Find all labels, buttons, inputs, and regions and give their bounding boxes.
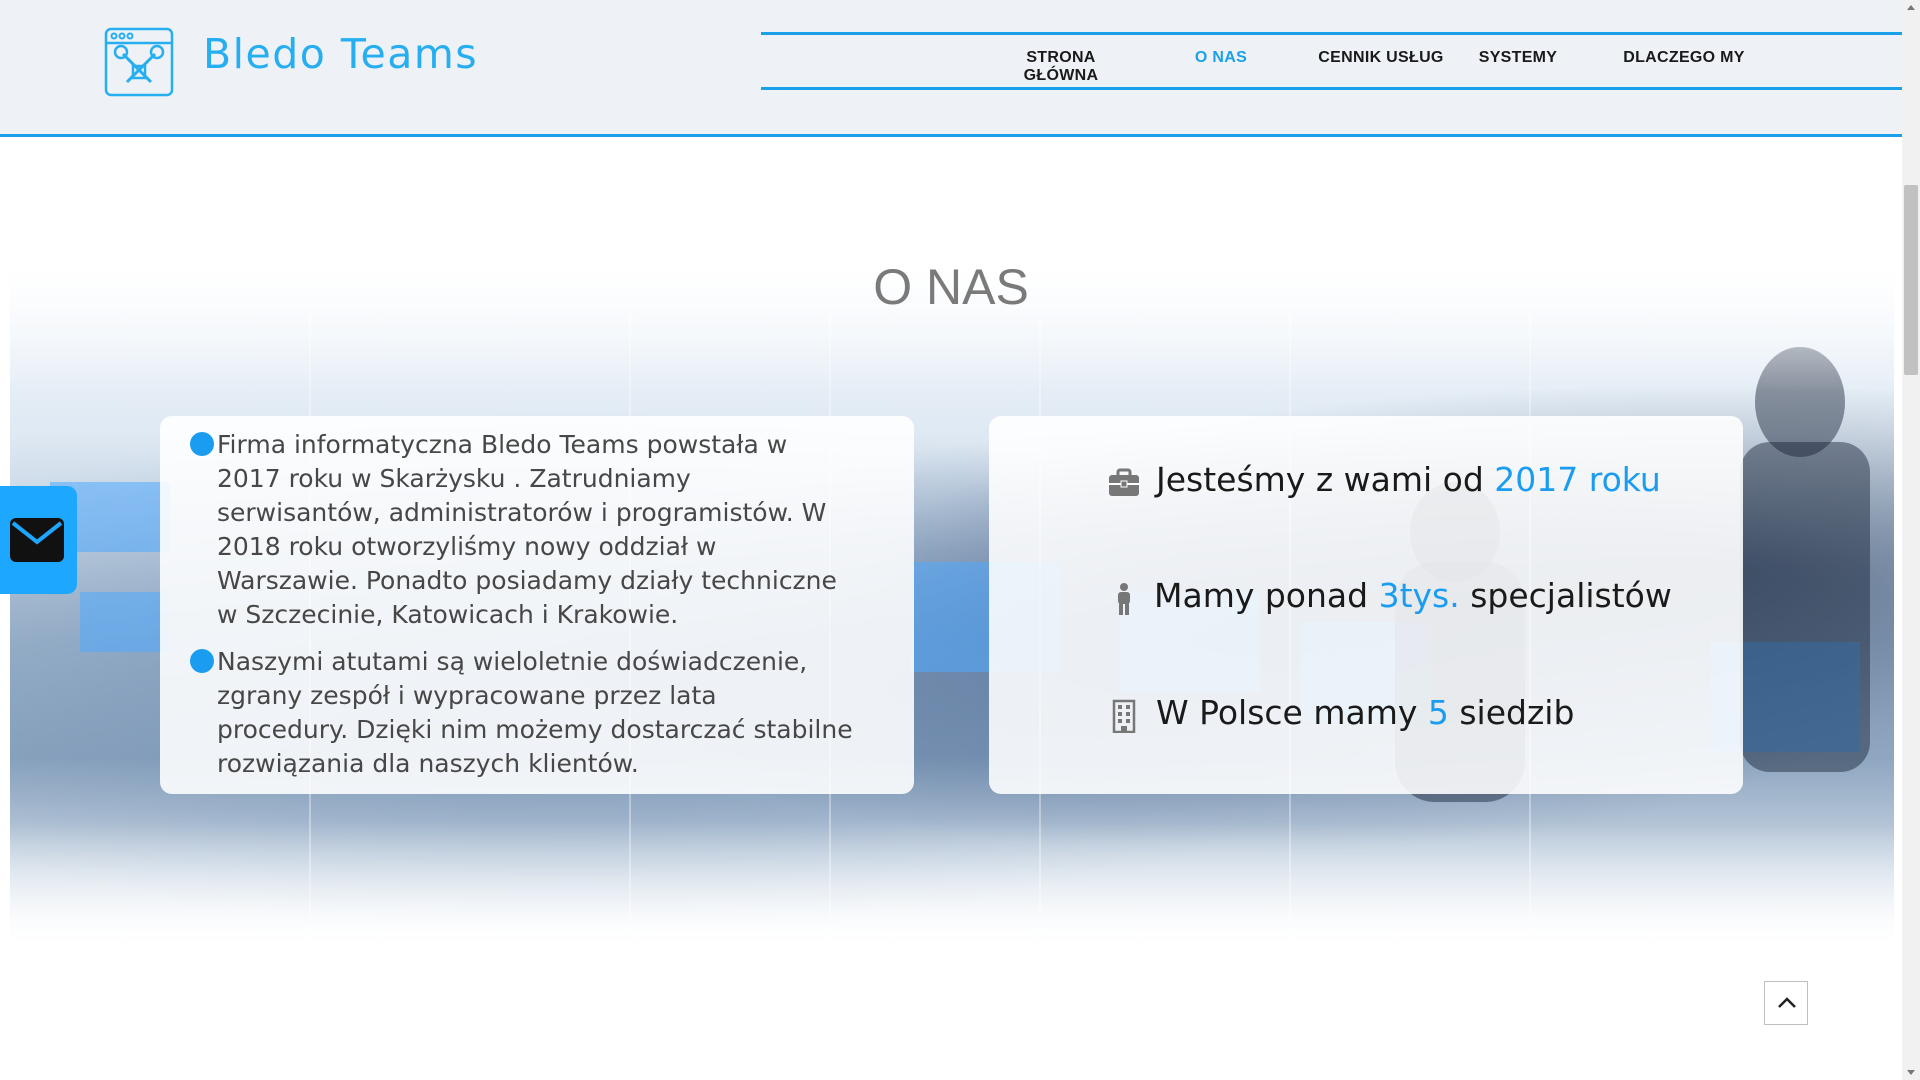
stat-highlight: 5	[1427, 693, 1449, 732]
stat-highlight: 3tys.	[1378, 576, 1460, 615]
person-icon	[1118, 583, 1130, 615]
nav-item-o-nas[interactable]: O NAS	[1161, 49, 1281, 67]
paragraph-line: Firma informatyczna Bledo Teams powstała…	[217, 430, 788, 459]
paragraph-line: 2017 roku w Skarżysku . Zatrudniamy	[217, 464, 691, 493]
nav-label-line1: STRONA	[1026, 49, 1096, 66]
tools-window-icon[interactable]	[103, 26, 175, 98]
scroll-thumb[interactable]	[1904, 185, 1918, 375]
nav-item-cennik-uslug[interactable]: CENNIK USŁUG	[1281, 49, 1481, 67]
main-nav: STRONA GŁÓWNA O NAS CENNIK USŁUG SYSTEMY…	[761, 32, 1902, 90]
paragraph-line: w Szczecinie, Katowicach i Krakowie.	[217, 600, 679, 629]
stat-highlight: 2017 roku	[1494, 460, 1661, 499]
bullet-dot	[190, 649, 214, 673]
scroll-up-arrow-icon[interactable]	[1902, 0, 1920, 16]
paragraph-line: serwisantów, administratorów i programis…	[217, 498, 827, 527]
stat-text: Mamy ponad 3tys. specjalistów	[1154, 576, 1672, 615]
stat-before: Jesteśmy z wami od	[1156, 460, 1495, 499]
paragraph-line: procedury. Dzięki nim możemy dostarczać …	[217, 715, 853, 744]
stat-after: specjalistów	[1459, 576, 1672, 615]
stat-text: W Polsce mamy 5 siedzib	[1156, 693, 1574, 732]
scroll-down-arrow-icon[interactable]	[1902, 1064, 1920, 1080]
section-title: O NAS	[873, 259, 1029, 315]
paragraph-line: Naszymi atutami są wieloletnie doświadcz…	[217, 647, 808, 676]
chevron-up-icon	[1778, 997, 1796, 1008]
stat-specialists: Mamy ponad 3tys. specjalistów	[989, 576, 1743, 626]
paragraph-line: rozwiązania dla naszych klientów.	[217, 749, 639, 778]
site-header: Bledo Teams STRONA GŁÓWNA O NAS CENNIK U…	[0, 0, 1902, 137]
nav-label-line2: GŁÓWNA	[1023, 67, 1099, 84]
paragraph-1: Firma informatyczna Bledo Teams powstała…	[217, 428, 907, 632]
stat-before: Mamy ponad	[1154, 576, 1379, 615]
nav-item-strona-glowna[interactable]: STRONA GŁÓWNA	[1001, 49, 1121, 85]
envelope-icon	[10, 518, 64, 562]
page-scrollbar[interactable]	[1902, 0, 1920, 1080]
nav-item-dlaczego-my[interactable]: DLACZEGO MY	[1584, 49, 1784, 67]
contact-mail-tab[interactable]	[0, 486, 77, 594]
brand-name[interactable]: Bledo Teams	[203, 30, 478, 78]
stat-text: Jesteśmy z wami od 2017 roku	[1156, 460, 1661, 499]
building-icon	[1112, 699, 1136, 733]
nav-item-systemy[interactable]: SYSTEMY	[1458, 49, 1578, 67]
stat-after: siedzib	[1448, 693, 1575, 732]
stats-card: Jesteśmy z wami od 2017 roku Mamy ponad …	[989, 416, 1743, 794]
paragraph-line: zgrany zespół i wypracowane przez lata	[217, 681, 717, 710]
stat-before: W Polsce mamy	[1156, 693, 1428, 732]
about-text-card: Firma informatyczna Bledo Teams powstała…	[160, 416, 914, 794]
briefcase-icon	[1109, 468, 1139, 496]
paragraph-2: Naszymi atutami są wieloletnie doświadcz…	[217, 645, 907, 781]
paragraph-line: 2018 roku otworzyliśmy nowy oddział w	[217, 532, 717, 561]
bullet-dot	[190, 432, 214, 456]
back-to-top-button[interactable]	[1764, 981, 1808, 1025]
hero-fade-bottom	[10, 822, 1894, 950]
stat-offices: W Polsce mamy 5 siedzib	[989, 693, 1743, 743]
paragraph-line: Warszawie. Ponadto posiadamy działy tech…	[217, 566, 837, 595]
stat-since: Jesteśmy z wami od 2017 roku	[989, 460, 1743, 510]
